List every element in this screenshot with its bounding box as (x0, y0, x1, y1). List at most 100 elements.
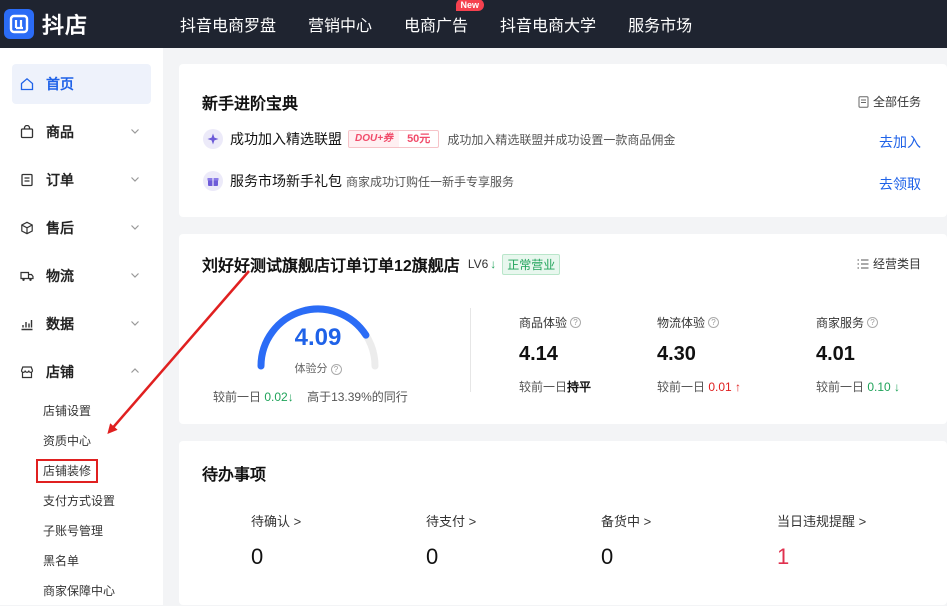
home-icon (20, 77, 34, 91)
todo-item-pending-confirm[interactable]: 待确认 > 0 (251, 511, 301, 570)
help-icon[interactable]: ? (867, 317, 879, 328)
logo-icon (4, 9, 34, 39)
submenu-item-store-decoration[interactable]: 店铺装修 (0, 456, 163, 486)
metric-value: 4.14 (519, 343, 558, 365)
help-icon[interactable]: ? (330, 364, 342, 375)
chevron-down-icon (131, 177, 139, 182)
shop-header: 刘好好测试旗舰店订单订单12旗舰店 LV6 ↓ 正常营业 (202, 252, 561, 276)
submenu-label: 支付方式设置 (43, 494, 116, 508)
brand-logo[interactable]: 抖店 (4, 8, 164, 40)
business-category-link[interactable]: 经营类目 (857, 255, 921, 272)
task-name: 服务市场新手礼包 (230, 173, 342, 189)
sidebar-item-orders[interactable]: 订单 (12, 160, 151, 200)
sidebar-item-label: 物流 (46, 268, 74, 284)
help-icon[interactable]: ? (570, 317, 582, 328)
top-nav: 抖音电商罗盘 营销中心 电商广告 New 抖音电商大学 服务市场 (180, 0, 724, 48)
nav-item-ads[interactable]: 电商广告 New (404, 0, 485, 36)
metric-value: 4.30 (657, 343, 696, 365)
experience-score: 4.09 (294, 324, 342, 351)
task-description: 商家成功订购任一新手专享服务 (346, 174, 515, 189)
metric-merchant-service: 商家服务? 4.01 较前一日 0.10 ↓ (816, 314, 900, 395)
sidebar-item-label: 数据 (46, 316, 74, 332)
sidebar-item-data[interactable]: 数据 (12, 304, 151, 344)
submenu-item-blacklist[interactable]: 黑名单 (0, 546, 163, 576)
metric-title: 商家服务? (816, 314, 900, 331)
nav-item-marketing[interactable]: 营销中心 (308, 12, 372, 36)
guide-title: 新手进阶宝典 (202, 96, 299, 113)
metric-compare-prefix: 较前一日 (816, 380, 865, 394)
sidebar-item-products[interactable]: 商品 (12, 112, 151, 152)
metric-value: 4.01 (816, 343, 855, 365)
join-button[interactable]: 去加入 (879, 132, 921, 152)
metric-compare: 较前一日 0.10 ↓ (816, 378, 900, 395)
divider (470, 308, 471, 392)
submenu-item-payment-settings[interactable]: 支付方式设置 (0, 486, 163, 516)
score-label-text: 体验分 (294, 363, 328, 375)
todo-label[interactable]: 待支付 > (426, 511, 476, 530)
todo-count: 0 (601, 544, 614, 569)
metric-title-text: 商品体验 (519, 316, 568, 330)
metric-logistics-experience: 物流体验? 4.30 较前一日 0.01 ↑ (657, 314, 741, 395)
bag-icon (20, 125, 34, 139)
submenu-label: 资质中心 (43, 434, 92, 448)
submenu-label: 子账号管理 (43, 524, 104, 538)
sidebar-item-home[interactable]: 首页 (12, 64, 151, 104)
task-row-join-alliance: 成功加入精选联盟 DOU+券 50元 成功加入精选联盟并成功设置一款商品佣金 (203, 129, 675, 149)
submenu-item-qualification[interactable]: 资质中心 (0, 426, 163, 456)
todo-label[interactable]: 待确认 > (251, 511, 301, 530)
nav-item-compass[interactable]: 抖音电商罗盘 (180, 12, 276, 36)
todo-item-stocking[interactable]: 备货中 > 0 (601, 511, 651, 570)
metric-compare-value: 0.10 (867, 380, 891, 394)
sidebar-item-store[interactable]: 店铺 (12, 352, 151, 392)
gift-icon (203, 171, 223, 191)
help-icon[interactable]: ? (708, 317, 720, 328)
dou-coupon-label: DOU+券 (349, 131, 400, 147)
logo-text: 抖店 (42, 13, 89, 38)
submenu-item-store-settings[interactable]: 店铺设置 (0, 396, 163, 426)
sidebar-item-aftersale[interactable]: 售后 (12, 208, 151, 248)
score-compare: 较前一日 0.02↓ 高于13.39%的同行 (213, 388, 408, 405)
chevron-down-icon (131, 321, 139, 326)
nav-item-university[interactable]: 抖音电商大学 (500, 12, 596, 36)
submenu-label: 商家保障中心 (43, 584, 116, 598)
sidebar-item-label: 首页 (46, 76, 74, 92)
arrow-down-icon: ↓ (287, 390, 294, 404)
sidebar-item-logistics[interactable]: 物流 (12, 256, 151, 296)
task-description: 成功加入精选联盟并成功设置一款商品佣金 (447, 132, 676, 147)
todo-item-pending-payment[interactable]: 待支付 > 0 (426, 511, 476, 570)
todo-item-violation-alert[interactable]: 当日违规提醒 > 1 (777, 511, 866, 570)
metric-compare-value: 0.01 (708, 380, 732, 394)
claim-button[interactable]: 去领取 (879, 174, 921, 194)
nav-item-label: 电商广告 (404, 18, 469, 35)
store-icon (20, 365, 34, 379)
sidebar-item-label: 商品 (46, 124, 74, 140)
peer-compare-text: 高于13.39%的同行 (307, 390, 408, 404)
chevron-down-icon (131, 273, 139, 278)
business-category-label: 经营类目 (872, 257, 921, 271)
todo-count: 0 (251, 544, 264, 569)
box-icon (20, 221, 34, 235)
experience-score-label: 体验分? (253, 360, 383, 376)
submenu-item-sub-accounts[interactable]: 子账号管理 (0, 516, 163, 546)
metric-title: 商品体验? (519, 314, 591, 331)
all-tasks-label: 全部任务 (872, 95, 921, 109)
metric-product-experience: 商品体验? 4.14 较前一日持平 (519, 314, 591, 395)
new-badge: New (455, 0, 485, 11)
shop-level: LV6 (467, 257, 489, 271)
sparkle-icon (203, 129, 223, 149)
all-tasks-link[interactable]: 全部任务 (858, 93, 921, 110)
todo-label[interactable]: 当日违规提醒 > (777, 511, 866, 530)
nav-item-service-market[interactable]: 服务市场 (628, 12, 692, 36)
todo-label[interactable]: 备货中 > (601, 511, 651, 530)
arrow-down-icon: ↓ (490, 257, 497, 271)
shop-name: 刘好好测试旗舰店订单订单12旗舰店 (202, 258, 460, 275)
experience-score-gauge: 4.09 体验分? (253, 294, 383, 376)
compare-prefix: 较前一日 (213, 390, 262, 404)
truck-icon (20, 269, 34, 283)
metric-compare: 较前一日 0.01 ↑ (657, 378, 741, 395)
sidebar-item-label: 售后 (46, 220, 74, 236)
submenu-item-guarantee-center[interactable]: 商家保障中心 (0, 576, 163, 606)
nav-item-label: 抖音电商大学 (500, 18, 597, 35)
clipboard-icon (20, 173, 34, 187)
submenu-label-highlighted: 店铺装修 (36, 459, 99, 483)
